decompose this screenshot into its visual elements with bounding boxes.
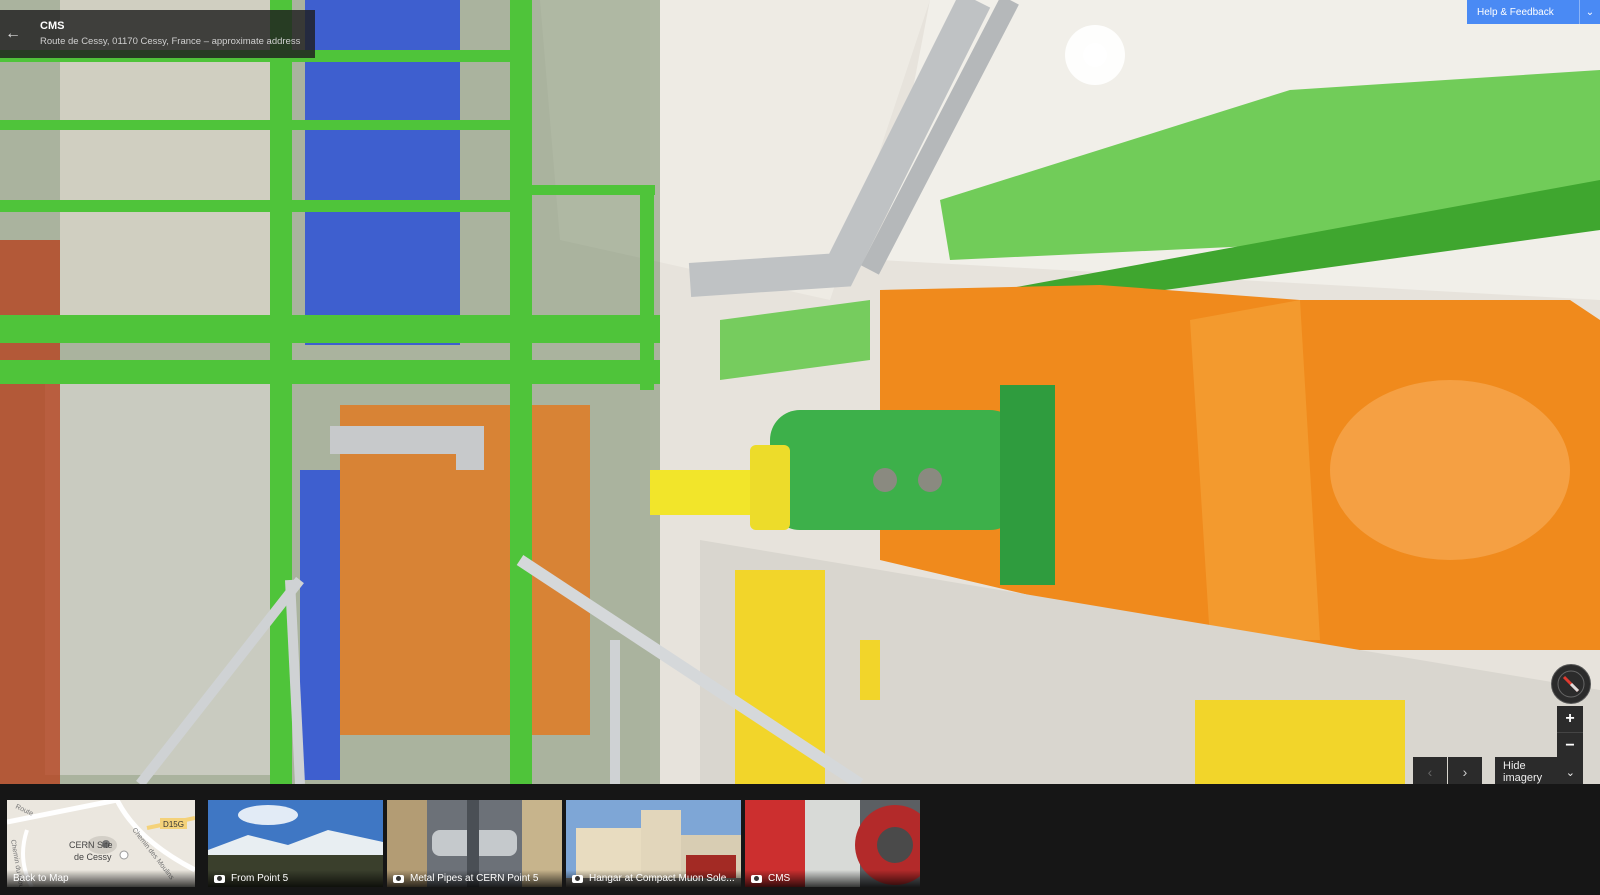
thumbnail-hangar[interactable]: Hangar at Compact Muon Sole... — [566, 800, 741, 887]
camera-icon — [393, 874, 404, 883]
chevron-down-icon[interactable]: ⌄ — [1579, 0, 1600, 24]
thumbnail-cms[interactable]: CMS — [745, 800, 920, 887]
back-arrow-icon[interactable]: ← — [0, 10, 26, 58]
help-feedback-button[interactable]: Help & Feedback ⌄ — [1467, 0, 1600, 24]
back-to-map-label: Back to Map — [7, 870, 195, 887]
next-image-button[interactable]: › — [1448, 757, 1482, 784]
place-label-line2: de Cessy — [74, 852, 112, 862]
location-title: CMS — [40, 20, 65, 32]
hide-imagery-label: Hide imagery — [1503, 760, 1543, 784]
thumbnail-label: Hangar at Compact Muon Sole... — [589, 873, 735, 884]
thumbnail-label: CMS — [768, 873, 791, 884]
thumbnail-label: Metal Pipes at CERN Point 5 — [410, 873, 539, 884]
zoom-out-button[interactable]: − — [1557, 732, 1583, 759]
camera-icon — [214, 874, 225, 883]
double-chevron-down-icon: ⌄ — [1565, 766, 1575, 779]
filmstrip-controls: ‹ › Hide imagery ⌄ — [1413, 757, 1583, 784]
compass-icon[interactable] — [1551, 664, 1591, 704]
location-address: Route de Cessy, 01170 Cessy, France – ap… — [40, 36, 301, 47]
address-text: CMS Route de Cessy, 01170 Cessy, France … — [26, 19, 300, 49]
zoom-control: + − — [1557, 706, 1583, 758]
hide-imagery-button[interactable]: Hide imagery ⌄ — [1495, 757, 1583, 784]
address-card: ← CMS Route de Cessy, 01170 Cessy, Franc… — [0, 10, 315, 58]
compass-needle-icon — [1557, 670, 1585, 698]
help-feedback-label: Help & Feedback — [1477, 6, 1554, 18]
previous-image-button[interactable]: ‹ — [1413, 757, 1447, 784]
place-label-line1: CERN Site — [69, 840, 113, 850]
back-to-map-thumbnail[interactable]: D15G CERN Site de Cessy Chemin des Mouli… — [7, 800, 195, 887]
thumbnail-from-point-5[interactable]: From Point 5 — [208, 800, 383, 887]
imagery-filmstrip: D15G CERN Site de Cessy Chemin des Mouli… — [0, 784, 1600, 895]
street-view-panorama[interactable]: ← CMS Route de Cessy, 01170 Cessy, Franc… — [0, 0, 1600, 784]
camera-icon — [572, 874, 583, 883]
thumbnail-metal-pipes[interactable]: Metal Pipes at CERN Point 5 — [387, 800, 562, 887]
camera-icon — [751, 874, 762, 883]
road-code-label: D15G — [163, 820, 184, 829]
zoom-in-button[interactable]: + — [1557, 706, 1583, 732]
thumbnail-label: From Point 5 — [231, 873, 289, 884]
panorama-image[interactable] — [0, 0, 1600, 784]
